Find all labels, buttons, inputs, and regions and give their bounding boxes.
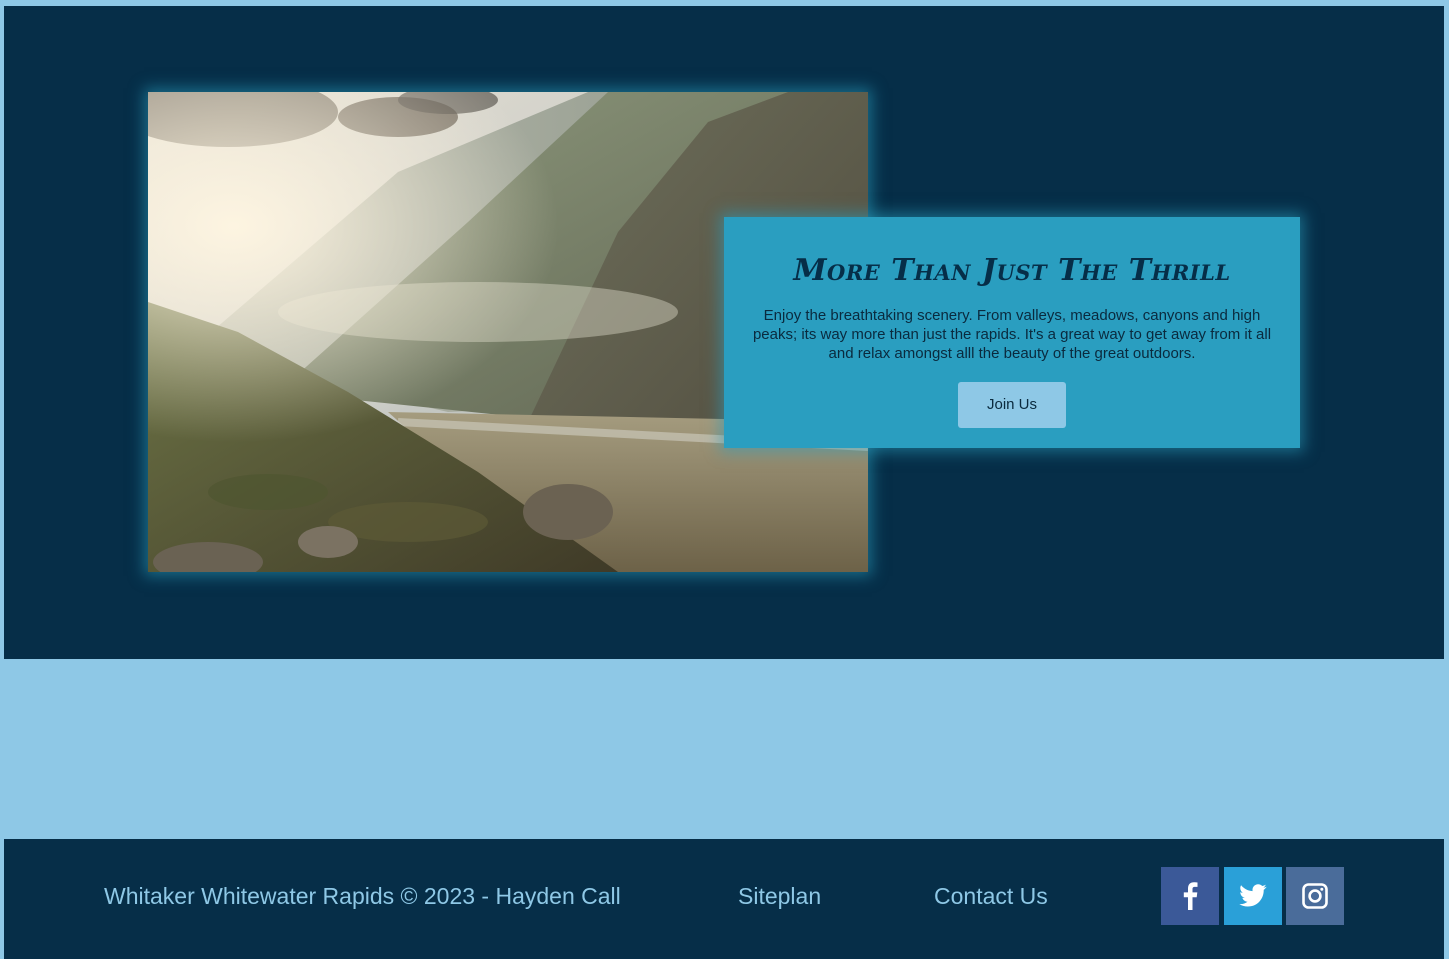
footer: Whitaker Whitewater Rapids © 2023 - Hayd… xyxy=(4,839,1444,959)
copyright-text: Whitaker Whitewater Rapids © 2023 - Hayd… xyxy=(104,883,621,909)
twitter-button[interactable] xyxy=(1224,867,1282,925)
twitter-icon xyxy=(1239,884,1267,907)
card-description: Enjoy the breathtaking scenery. From val… xyxy=(752,307,1272,362)
siteplan-link[interactable]: Siteplan xyxy=(738,883,821,910)
thrill-card: More Than Just The Thrill Enjoy the brea… xyxy=(724,217,1300,448)
hero-section: More Than Just The Thrill Enjoy the brea… xyxy=(4,6,1444,659)
join-us-button[interactable]: Join Us xyxy=(958,382,1066,428)
facebook-icon xyxy=(1183,882,1198,910)
facebook-button[interactable] xyxy=(1161,867,1219,925)
contact-us-link[interactable]: Contact Us xyxy=(934,883,1048,910)
instagram-button[interactable] xyxy=(1286,867,1344,925)
instagram-icon xyxy=(1302,883,1328,909)
card-title: More Than Just The Thrill xyxy=(793,253,1231,288)
